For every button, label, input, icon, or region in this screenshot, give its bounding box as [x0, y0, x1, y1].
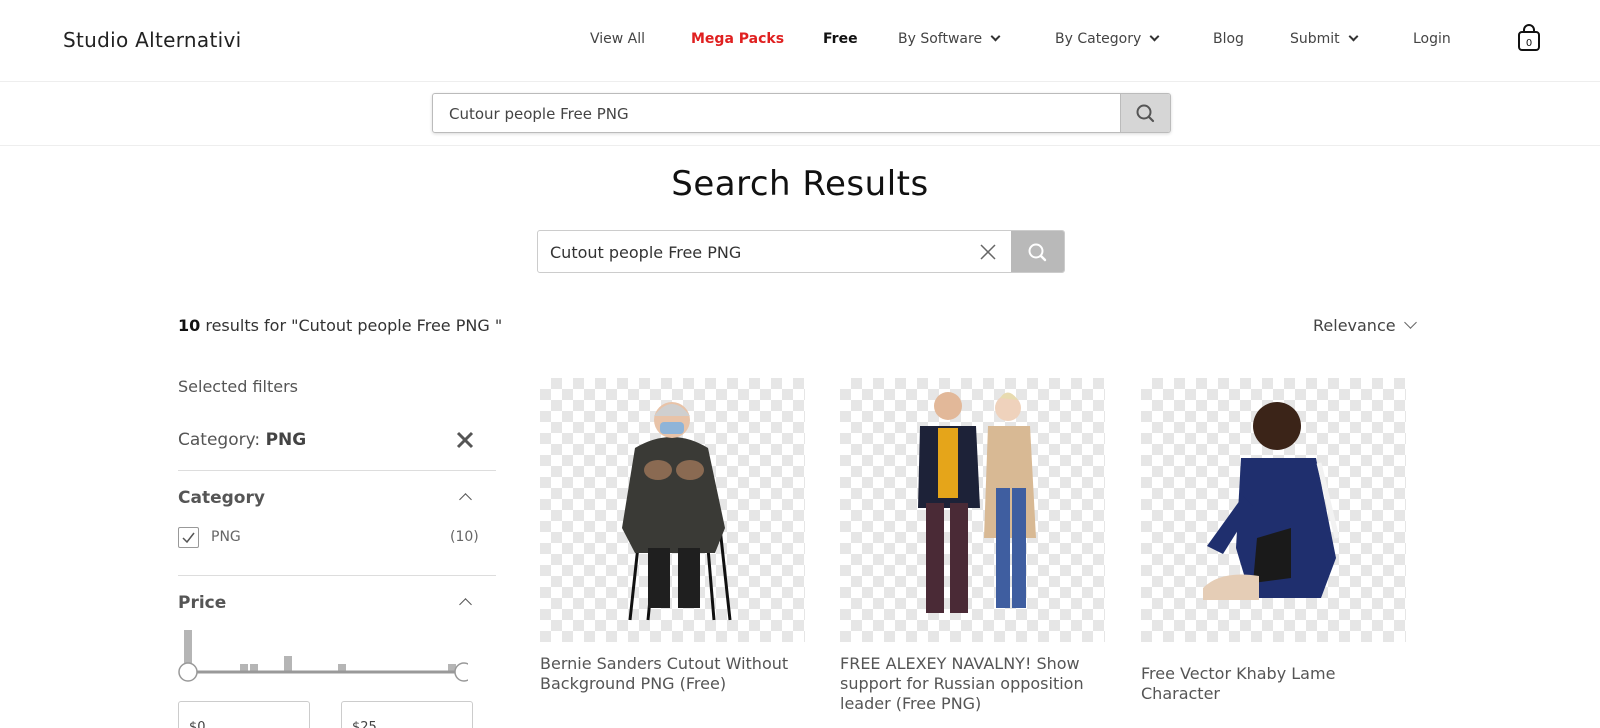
- vector-character-image: [1203, 402, 1340, 600]
- results-search-value: Cutout people Free PNG: [550, 243, 742, 262]
- product-card[interactable]: FREE ALEXEY NAVALNY! Show support for Ru…: [840, 378, 1105, 714]
- nav-submit-label: Submit: [1290, 31, 1340, 47]
- nav-by-category[interactable]: By Category: [1055, 31, 1160, 47]
- divider: [178, 470, 496, 471]
- selected-filters-title: Selected filters: [178, 377, 298, 396]
- cart-count: 0: [1526, 38, 1532, 49]
- nav-by-category-label: By Category: [1055, 31, 1142, 47]
- nav-login[interactable]: Login: [1413, 31, 1451, 47]
- results-count-number: 10: [178, 316, 201, 335]
- nav-mega-packs[interactable]: Mega Packs: [691, 31, 784, 47]
- divider: [178, 575, 496, 576]
- shopping-bag-icon[interactable]: 0: [1517, 24, 1541, 52]
- brand-logo[interactable]: Studio Alternativi: [63, 28, 241, 52]
- top-search-button[interactable]: [1120, 94, 1170, 132]
- top-search-bar: Cutour people Free PNG: [0, 82, 1600, 146]
- results-count-text: results for "Cutout people Free PNG ": [200, 316, 503, 335]
- nav-submit[interactable]: Submit: [1290, 31, 1359, 47]
- category-png-checkbox[interactable]: [178, 527, 199, 548]
- search-icon: [1136, 104, 1155, 123]
- product-title[interactable]: Free Vector Khaby Lame Character: [1141, 664, 1406, 704]
- nav-by-software[interactable]: By Software: [898, 31, 1001, 47]
- histogram-bar: [284, 656, 292, 672]
- product-image[interactable]: [1141, 378, 1406, 642]
- chevron-up-icon[interactable]: [459, 598, 472, 611]
- price-min-input[interactable]: $0: [178, 701, 310, 728]
- page-title: Search Results: [671, 164, 929, 204]
- price-min-value: $0: [189, 720, 206, 728]
- selected-filter-chip: Category: PNG: [178, 430, 306, 450]
- price-slider-min-handle: [178, 662, 198, 682]
- people-cutout-image: [918, 392, 1036, 613]
- remove-filter-icon[interactable]: [454, 429, 476, 451]
- product-image[interactable]: [540, 378, 805, 642]
- nav-free[interactable]: Free: [823, 31, 858, 47]
- results-search-input[interactable]: Cutout people Free PNG: [537, 230, 1065, 273]
- chevron-down-icon: [1348, 31, 1359, 42]
- chevron-down-icon: [1149, 31, 1160, 42]
- product-title[interactable]: Bernie Sanders Cutout Without Background…: [540, 654, 805, 694]
- price-histogram: [178, 630, 468, 682]
- chevron-up-icon[interactable]: [459, 493, 472, 506]
- price-max-value: $25: [352, 720, 377, 728]
- sort-dropdown[interactable]: Relevance: [1313, 316, 1417, 335]
- nav-by-software-label: By Software: [898, 31, 983, 47]
- site-header: Studio Alternativi View All Mega Packs F…: [0, 0, 1600, 82]
- product-image[interactable]: [840, 378, 1105, 642]
- nav-view-all[interactable]: View All: [590, 31, 645, 47]
- sort-value: Relevance: [1313, 316, 1396, 335]
- top-search-input[interactable]: Cutour people Free PNG: [432, 93, 1171, 133]
- results-count: 10 results for "Cutout people Free PNG ": [178, 316, 502, 335]
- clear-icon[interactable]: [978, 242, 998, 262]
- category-filter-title[interactable]: Category: [178, 488, 265, 508]
- product-card[interactable]: Free Vector Khaby Lame Character: [1141, 378, 1406, 704]
- chevron-down-icon: [990, 31, 1001, 42]
- person-cutout-image: [622, 402, 732, 621]
- selected-filter-label: Category:: [178, 430, 266, 450]
- price-slider-max-handle: [454, 662, 468, 682]
- product-title[interactable]: FREE ALEXEY NAVALNY! Show support for Ru…: [840, 654, 1105, 714]
- selected-filter-value: PNG: [265, 430, 307, 450]
- checkmark-icon: [182, 532, 195, 544]
- price-max-input[interactable]: $25: [341, 701, 473, 728]
- category-option-label[interactable]: PNG: [211, 529, 241, 545]
- product-card[interactable]: Bernie Sanders Cutout Without Background…: [540, 378, 805, 694]
- chevron-down-icon: [1403, 316, 1417, 329]
- category-option-count: (10): [450, 529, 479, 545]
- price-filter-title[interactable]: Price: [178, 593, 226, 613]
- top-search-value: Cutour people Free PNG: [449, 105, 629, 123]
- search-icon: [1028, 243, 1047, 262]
- nav-blog[interactable]: Blog: [1213, 31, 1244, 47]
- results-search-button[interactable]: [1011, 231, 1064, 272]
